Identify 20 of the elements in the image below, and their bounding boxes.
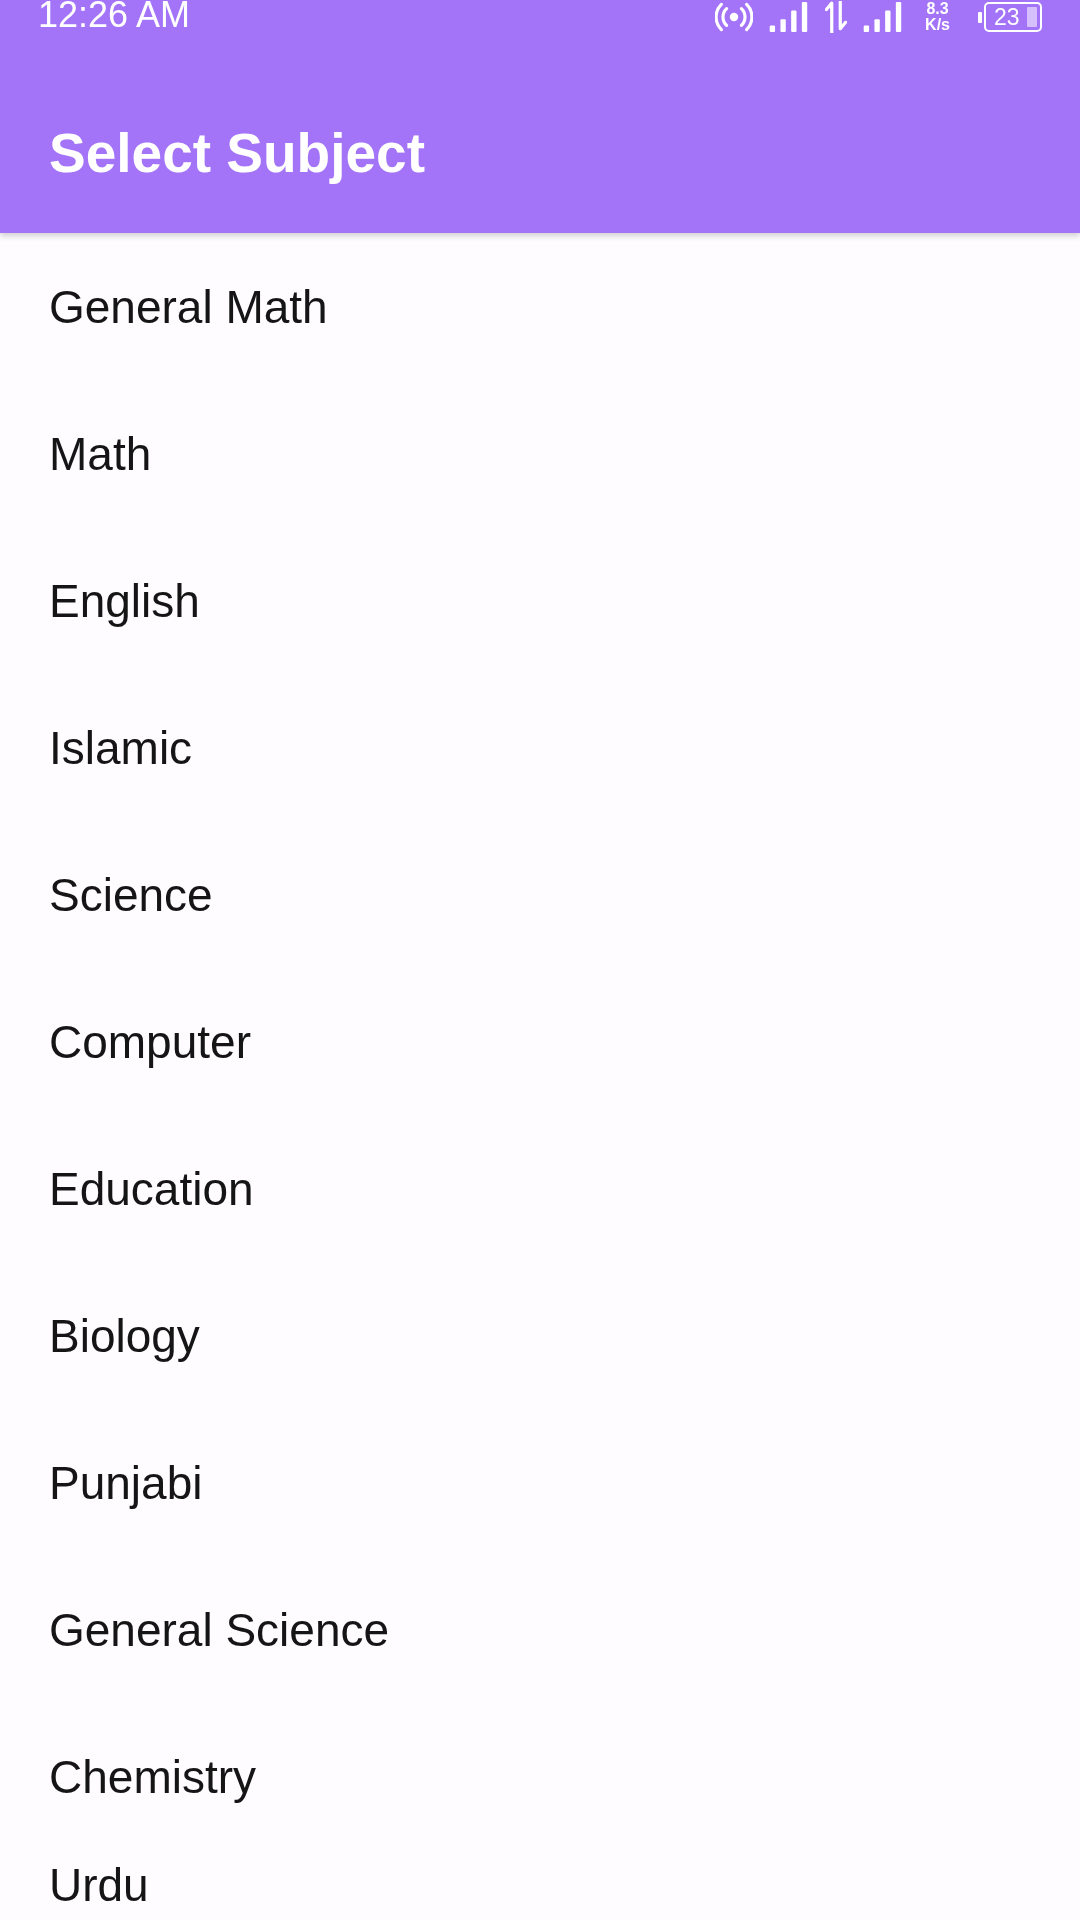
subject-item[interactable]: Computer (0, 968, 1080, 1115)
subject-item[interactable]: General Science (0, 1556, 1080, 1703)
signal-icon (863, 2, 904, 32)
subject-item[interactable]: English (0, 527, 1080, 674)
subject-item[interactable]: Punjabi (0, 1409, 1080, 1556)
subject-item[interactable]: Math (0, 380, 1080, 527)
network-speed-unit: K/s (925, 17, 950, 33)
subject-item[interactable]: Science (0, 821, 1080, 968)
battery-indicator: 23 (978, 2, 1042, 32)
subject-item[interactable]: Education (0, 1115, 1080, 1262)
subject-item[interactable]: Urdu (0, 1850, 1080, 1920)
hotspot-icon (715, 2, 754, 32)
status-time: 12:26 AM (38, 0, 191, 32)
screen-title: Select Subject (49, 121, 425, 185)
subject-item[interactable]: Biology (0, 1262, 1080, 1409)
subject-item[interactable]: Islamic (0, 674, 1080, 821)
subject-item[interactable]: General Math (0, 233, 1080, 380)
subject-item[interactable]: Chemistry (0, 1703, 1080, 1850)
signal-icon (769, 2, 810, 32)
network-speed-value: 8.3 (926, 1, 949, 17)
